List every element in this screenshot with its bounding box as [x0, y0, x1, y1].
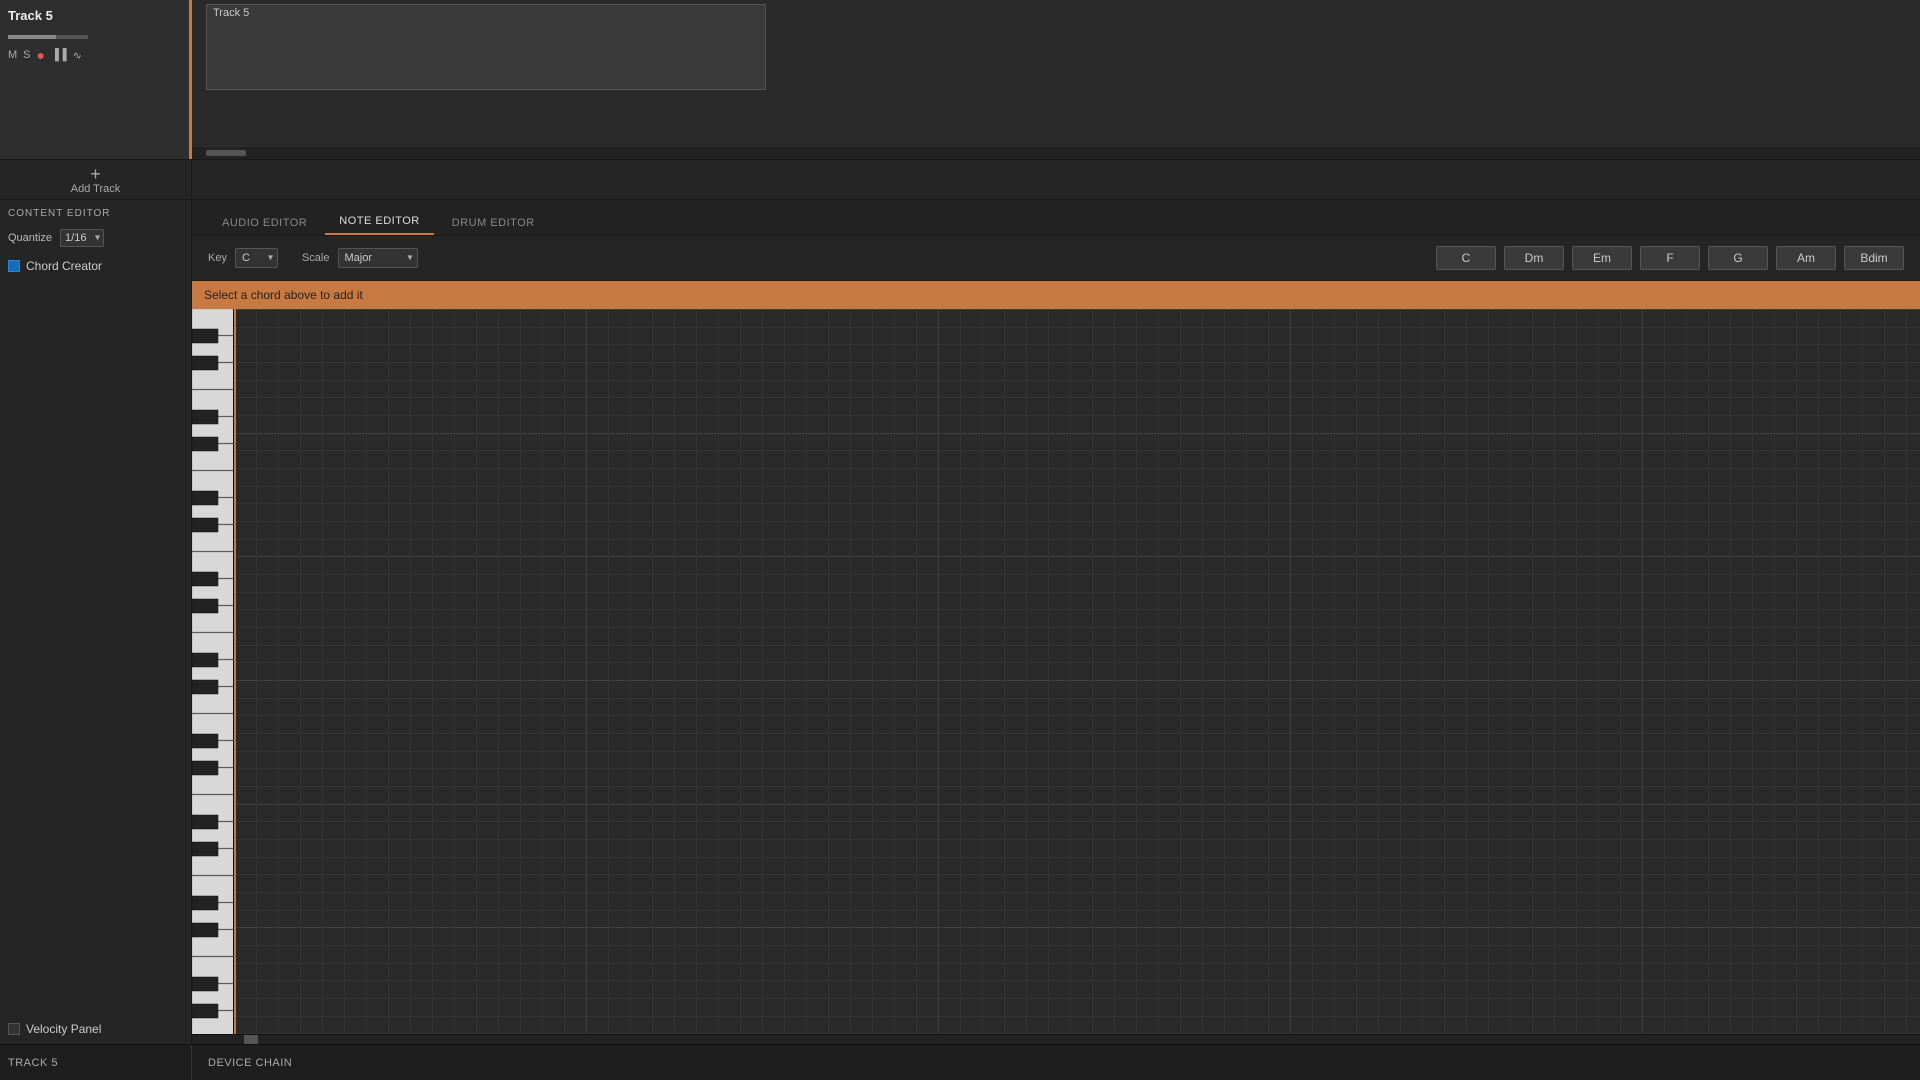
- chord-suggestion-text: Select a chord above to add it: [204, 288, 363, 302]
- mute-button[interactable]: M: [8, 49, 17, 61]
- wave-button[interactable]: ∿: [73, 49, 82, 62]
- grid-lines-h: [234, 309, 1920, 1034]
- footer-track-label: TRACK 5: [0, 1045, 192, 1080]
- key-row: Key C C# D D# E F F# G G# A A# B: [208, 248, 278, 268]
- scale-row: Scale Major Minor Dorian Mixolydian: [302, 248, 418, 268]
- scale-label: Scale: [302, 252, 330, 264]
- track-name: Track 5: [8, 8, 181, 23]
- solo-button[interactable]: S: [23, 49, 30, 61]
- quantize-label: Quantize: [8, 232, 52, 244]
- content-editor-title: CONTENT EDITOR: [8, 208, 183, 219]
- add-track-button[interactable]: + Add Track: [71, 165, 121, 195]
- chord-button-Bdim[interactable]: Bdim: [1844, 246, 1904, 270]
- note-grid[interactable]: [234, 309, 1920, 1034]
- tab-audio-editor[interactable]: AUDIO EDITOR: [208, 211, 321, 235]
- quantize-wrapper: 1/16 1/4 1/8 1/32: [60, 229, 104, 247]
- chord-button-C[interactable]: C: [1436, 246, 1496, 270]
- add-track-timeline: [192, 160, 1920, 199]
- track-header: Track 5 M S ● ▐▐ ∿: [0, 0, 192, 159]
- track-clip-label: Track 5: [207, 4, 255, 22]
- grid-lines-v: [234, 309, 1920, 1034]
- sidebar: CONTENT EDITOR Quantize 1/16 1/4 1/8 1/3…: [0, 200, 192, 1044]
- add-track-plus-icon: +: [90, 165, 101, 183]
- track-clip[interactable]: Track 5: [206, 4, 766, 90]
- chord-creator-checkbox[interactable]: [8, 260, 20, 272]
- main-area: CONTENT EDITOR Quantize 1/16 1/4 1/8 1/3…: [0, 200, 1920, 1044]
- chord-button-G[interactable]: G: [1708, 246, 1768, 270]
- velocity-row: Velocity Panel: [8, 1022, 183, 1036]
- tab-note-editor[interactable]: NOTE EDITOR: [325, 209, 433, 235]
- sidebar-spacer: [8, 285, 183, 1022]
- track-volume-slider[interactable]: [8, 35, 88, 39]
- quantize-row: Quantize 1/16 1/4 1/8 1/32: [8, 229, 183, 247]
- timeline-area: Track 5: [192, 0, 1920, 159]
- chord-creator-row: Chord Creator: [8, 259, 183, 273]
- bars-button[interactable]: ▐▐: [51, 49, 67, 61]
- chord-button-Am[interactable]: Am: [1776, 246, 1836, 270]
- horizontal-scrollbar[interactable]: [192, 1034, 1920, 1044]
- chord-button-F[interactable]: F: [1640, 246, 1700, 270]
- chord-button-Em[interactable]: Em: [1572, 246, 1632, 270]
- measure-1-2: 1:2: [1136, 290, 1150, 301]
- scale-select-wrapper: Major Minor Dorian Mixolydian: [338, 248, 418, 268]
- key-select-wrapper: C C# D D# E F F# G G# A A# B: [235, 248, 278, 268]
- velocity-checkbox[interactable]: [8, 1023, 20, 1035]
- add-track-row: + Add Track: [0, 160, 1920, 200]
- editor-tabs: AUDIO EDITOR NOTE EDITOR DRUM EDITOR: [192, 200, 1920, 236]
- tab-drum-editor[interactable]: DRUM EDITOR: [438, 211, 549, 235]
- footer-device-chain-label: DEVICE CHAIN: [192, 1057, 308, 1069]
- track-controls: M S ● ▐▐ ∿: [8, 47, 181, 63]
- chord-suggestion-bar: Select a chord above to add it 1:2 1:3 1…: [192, 281, 1920, 309]
- measure-1-3: 1:3: [1446, 290, 1460, 301]
- key-select[interactable]: C C# D D# E F F# G G# A A# B: [235, 248, 278, 268]
- chord-creator-label: Chord Creator: [26, 259, 102, 273]
- editor-area: AUDIO EDITOR NOTE EDITOR DRUM EDITOR Key…: [192, 200, 1920, 1044]
- chord-button-Dm[interactable]: Dm: [1504, 246, 1564, 270]
- quantize-select[interactable]: 1/16 1/4 1/8 1/32: [60, 229, 104, 247]
- top-section: Track 5 M S ● ▐▐ ∿ Track 5: [0, 0, 1920, 160]
- key-label: Key: [208, 252, 227, 264]
- scrollbar-thumb[interactable]: [244, 1035, 258, 1044]
- piano-keyboard: .wk { fill: #d8d8d8; stroke: #999; strok…: [192, 309, 234, 1034]
- scale-select[interactable]: Major Minor Dorian Mixolydian: [338, 248, 418, 268]
- footer: TRACK 5 DEVICE CHAIN: [0, 1044, 1920, 1080]
- timeline-scrollbar[interactable]: [192, 147, 1920, 159]
- add-track-label: Add Track: [71, 183, 121, 195]
- playhead: [234, 309, 236, 1034]
- record-button[interactable]: ●: [37, 47, 45, 63]
- chord-buttons: C Dm Em F G Am Bdim: [1436, 246, 1904, 270]
- note-toolbar: Key C C# D D# E F F# G G# A A# B: [192, 236, 1920, 281]
- add-track-sidebar: + Add Track: [0, 160, 192, 199]
- velocity-label: Velocity Panel: [26, 1022, 101, 1036]
- piano-svg: .wk { fill: #d8d8d8; stroke: #999; strok…: [192, 309, 234, 1034]
- measure-1-4: 1:4: [1756, 290, 1770, 301]
- piano-roll-container: Select a chord above to add it 1:2 1:3 1…: [192, 281, 1920, 1034]
